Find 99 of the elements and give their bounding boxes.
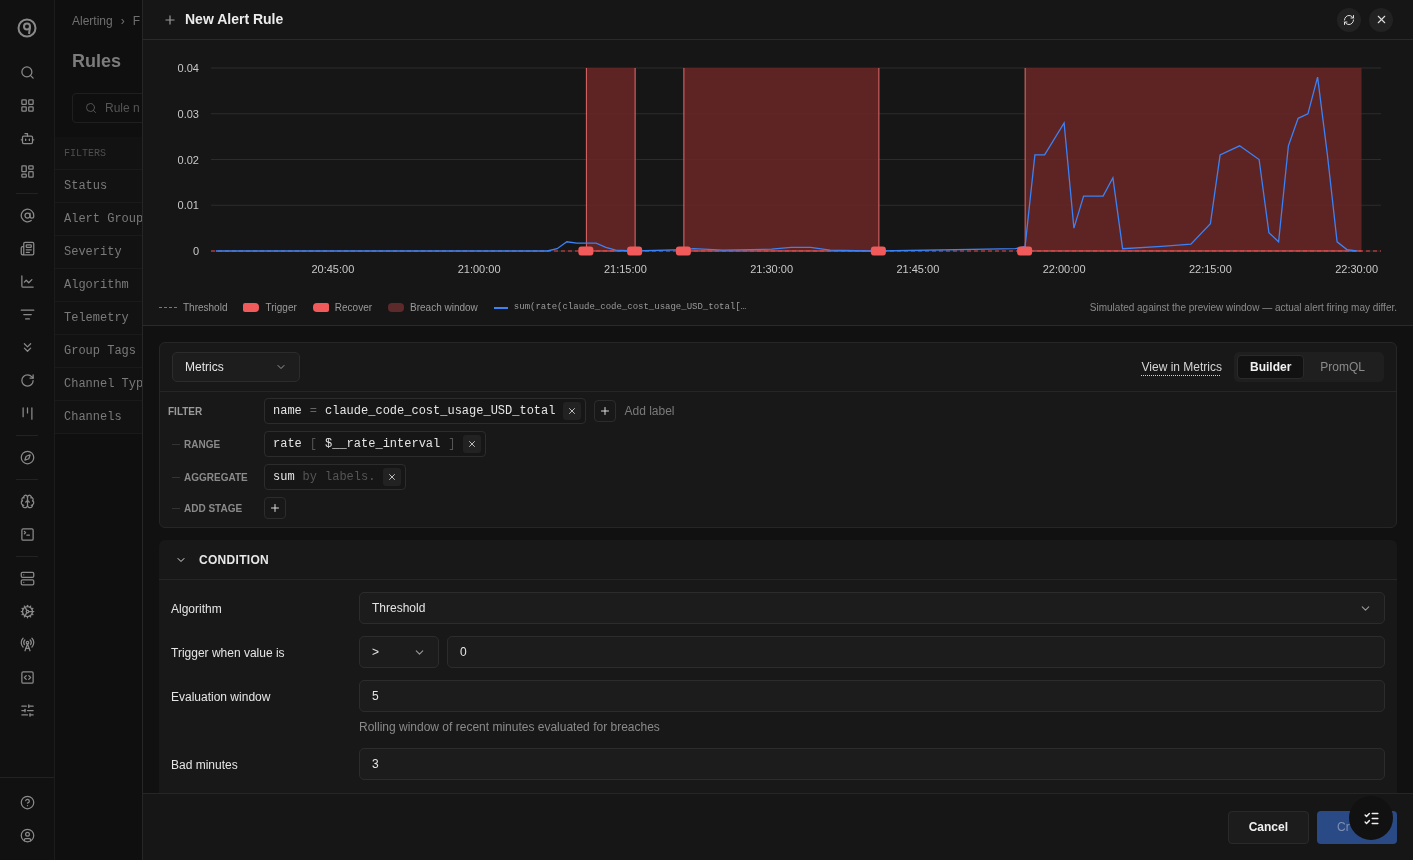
by-keyword: by (302, 469, 317, 486)
legend-label: Trigger (265, 301, 297, 315)
y-tick-label: 0.04 (177, 62, 199, 74)
filter-key: name (273, 402, 302, 420)
remove-button[interactable] (383, 468, 402, 486)
code-icon[interactable] (19, 670, 35, 685)
legend-label: sum(rate(claude_code_cost_usage_USD_total[… (513, 300, 747, 314)
field-label: Evaluation window (171, 689, 272, 706)
stage-label: RANGE (184, 437, 221, 452)
x-tick-label: 22:15:00 (1188, 263, 1232, 275)
close-button[interactable] (1369, 7, 1393, 32)
gear-icon[interactable] (19, 604, 35, 619)
range-interval: $__rate_interval (325, 436, 441, 453)
field-label: Algorithm (171, 601, 223, 618)
mode-tab[interactable]: PromQL (1304, 355, 1381, 379)
grid-icon[interactable] (19, 98, 35, 113)
list-filter-icon[interactable] (19, 307, 35, 322)
remove-button[interactable] (463, 435, 482, 453)
x-tick-label: 22:00:00 (1042, 263, 1086, 275)
logo-icon[interactable] (17, 18, 37, 38)
remove-button[interactable] (563, 402, 582, 420)
rotate-icon[interactable] (19, 373, 35, 388)
metric-name: claude_code_cost_usage_USD_total (325, 403, 556, 420)
algorithm-select[interactable]: Threshold (359, 592, 1385, 624)
number-input[interactable]: 3 (359, 748, 1385, 780)
x-tick-label: 22:30:00 (1335, 263, 1379, 275)
plus-icon (599, 405, 612, 417)
terminal-icon[interactable] (19, 527, 35, 542)
x-tick-label: 21:15:00 (603, 263, 647, 275)
view-in-metrics-link[interactable]: View in Metrics (1141, 358, 1222, 376)
trigger-marker (578, 246, 594, 256)
legend-label: Recover (334, 301, 373, 315)
search-icon[interactable] (19, 65, 35, 80)
close-icon (567, 406, 578, 416)
refresh-icon (1343, 13, 1355, 26)
plus-icon (269, 502, 281, 514)
recover-marker (627, 246, 643, 256)
condition-title: CONDITION (199, 551, 270, 569)
sliders-icon[interactable] (19, 703, 35, 718)
line-chart-icon[interactable] (19, 274, 35, 289)
legend-label: Breach window (410, 301, 478, 315)
labels-placeholder[interactable]: labels. (325, 468, 376, 486)
stage-label: AGGREGATE (184, 470, 248, 485)
breadcrumb-item: › (120, 13, 125, 30)
help-icon[interactable] (19, 795, 35, 810)
page-title: Rules (71, 50, 123, 73)
stage-label: FILTER (168, 404, 204, 419)
compass-icon[interactable] (19, 450, 35, 465)
y-tick-label: 0.01 (177, 199, 199, 212)
series-swatch (493, 306, 508, 309)
source-select[interactable]: Metrics (172, 352, 300, 382)
number-input[interactable]: 5 (359, 680, 1385, 712)
server-icon[interactable] (19, 571, 35, 586)
simulation-note: Simulated against the preview window — actual alert firing may differ. (1089, 301, 1397, 315)
add-label-button[interactable] (594, 400, 617, 422)
bracket: [ (309, 436, 317, 453)
stage-label: ADD STAGE (184, 501, 243, 516)
modal-title: New Alert Rule (185, 10, 284, 29)
refresh-button[interactable] (1337, 7, 1361, 32)
user-icon[interactable] (19, 828, 35, 843)
plus-icon (163, 12, 177, 27)
trigger-marker (1017, 246, 1033, 256)
recover-swatch (312, 303, 329, 312)
y-tick-label: 0 (192, 245, 199, 257)
breach-swatch (388, 303, 405, 312)
y-tick-label: 0.02 (177, 153, 199, 166)
robot-icon[interactable] (19, 131, 35, 146)
field-hint: Rolling window of recent minutes evaluated for breaches (359, 719, 661, 736)
document-icon[interactable] (19, 241, 35, 256)
breadcrumb-item[interactable]: F (132, 12, 141, 30)
x-tick-label: 21:45:00 (896, 263, 940, 275)
legend-label: Threshold (183, 301, 228, 315)
condition-header[interactable]: CONDITION (159, 540, 1397, 580)
range-function: rate (273, 436, 302, 453)
trigger-marker (675, 246, 691, 256)
operator-select[interactable]: > (359, 636, 439, 668)
trigger-swatch (243, 303, 260, 312)
x-tick-label: 20:45:00 (311, 263, 355, 275)
y-tick-label: 0.03 (177, 107, 199, 120)
field-label: Bad minutes (171, 757, 239, 774)
bracket: ] (448, 436, 456, 453)
board-icon[interactable] (19, 406, 35, 421)
field-label: Trigger when value is (171, 645, 286, 662)
mode-tab[interactable]: Builder (1236, 355, 1305, 379)
x-tick-label: 21:00:00 (457, 263, 501, 275)
search-icon (85, 102, 97, 114)
dashboard-icon[interactable] (19, 164, 35, 179)
close-icon (467, 439, 478, 449)
filter-operator: = (309, 403, 317, 420)
cancel-button[interactable]: Cancel (1227, 810, 1309, 844)
add-label-text[interactable]: Add label (624, 402, 675, 420)
recover-marker (870, 246, 886, 256)
close-icon (387, 472, 398, 482)
antenna-icon[interactable] (19, 637, 35, 652)
breadcrumb-item[interactable]: Alerting (72, 12, 113, 30)
value-input[interactable]: 0 (447, 636, 1385, 668)
aggregate-function: sum (273, 469, 295, 486)
add-stage-button[interactable] (264, 497, 286, 519)
x-tick-label: 21:30:00 (750, 263, 794, 275)
